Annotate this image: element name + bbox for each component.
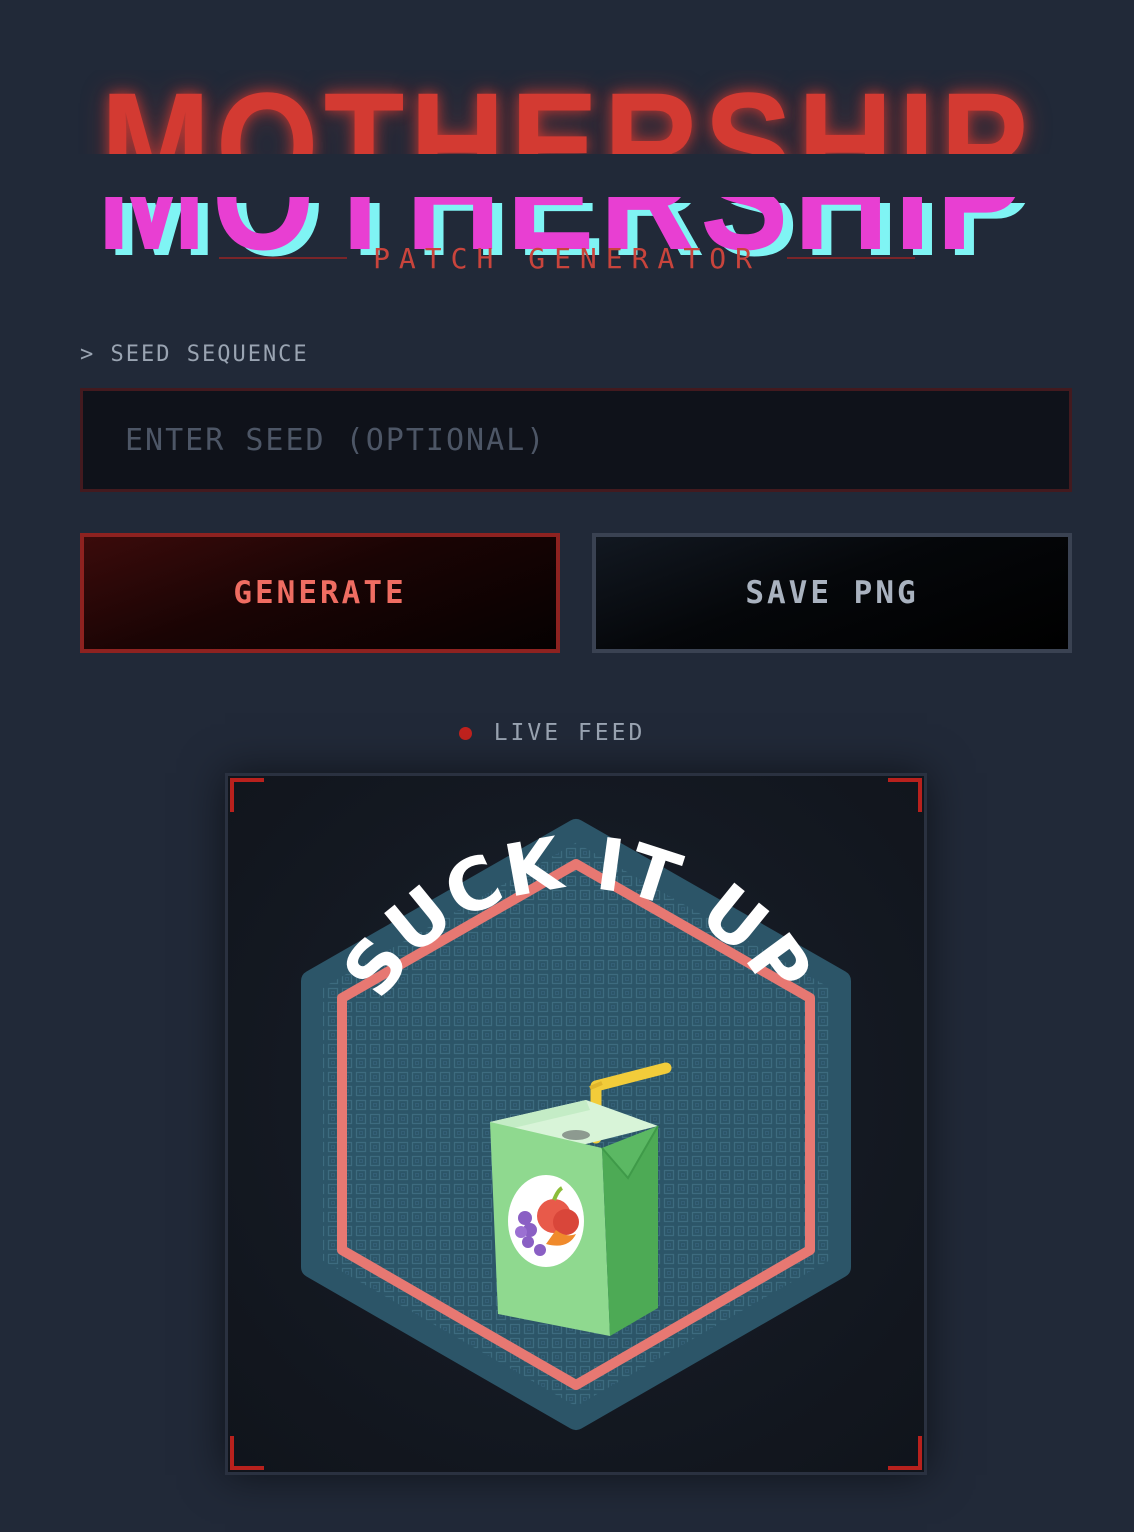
app-subtitle: PATCH GENERATOR <box>373 241 761 275</box>
patch-generator-page: MOTHERSHIP MOTHERSHIP MOTHERSHIP PATCH G… <box>0 0 1134 1532</box>
seed-label: > SEED SEQUENCE <box>80 342 309 367</box>
seed-input[interactable] <box>80 388 1072 492</box>
save-png-button[interactable]: SAVE PNG <box>592 533 1072 653</box>
subtitle-divider-left <box>219 257 348 259</box>
app-title: MOTHERSHIP MOTHERSHIP MOTHERSHIP <box>0 70 1134 278</box>
patch-preview: SUCK IT UP <box>225 773 927 1475</box>
subtitle-divider-right <box>786 257 915 259</box>
generate-button[interactable]: GENERATE <box>80 533 560 653</box>
live-feed-indicator: LIVE FEED <box>0 716 1134 750</box>
live-status-dot-icon <box>458 726 472 740</box>
live-feed-label: LIVE FEED <box>493 720 646 746</box>
patch-graphic: SUCK IT UP <box>301 819 851 1430</box>
subtitle-row: PATCH GENERATOR <box>0 238 1134 278</box>
